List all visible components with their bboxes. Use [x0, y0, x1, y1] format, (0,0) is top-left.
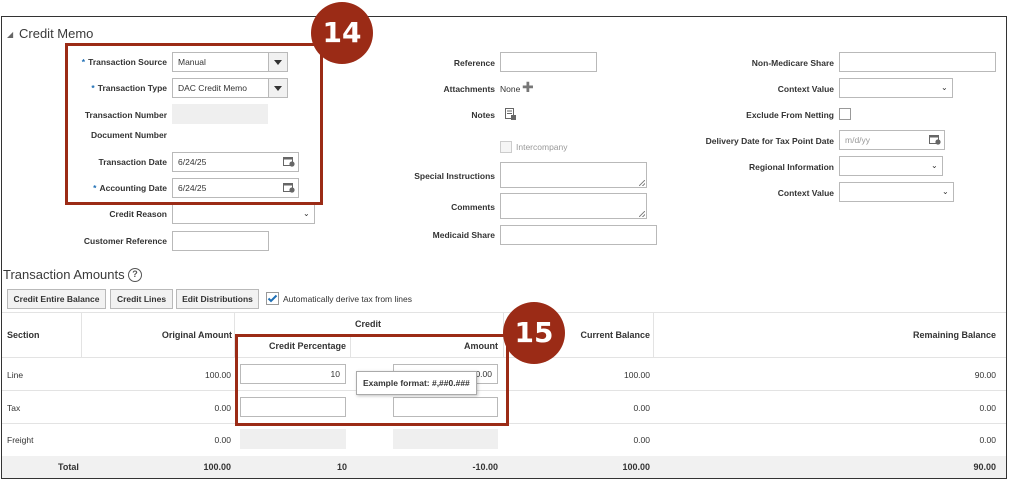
special-instructions-textarea[interactable] — [500, 162, 647, 188]
row-section: Line — [7, 370, 24, 380]
credit-lines-button[interactable]: Credit Lines — [110, 289, 173, 309]
step-14-highlight — [65, 43, 323, 205]
total-remaining-balance: 90.00 — [973, 462, 996, 472]
total-current-balance: 100.00 — [622, 462, 650, 472]
row-remaining-balance: 90.00 — [974, 370, 996, 380]
exclude-from-netting-checkbox[interactable] — [839, 108, 851, 120]
customer-reference-label: Customer Reference — [83, 236, 167, 246]
context-value-select[interactable] — [839, 78, 953, 98]
medicaid-share-label: Medicaid Share — [432, 230, 495, 240]
credit-amount-disabled — [393, 429, 498, 449]
reference-field[interactable] — [500, 52, 597, 72]
row-original-amount: 0.00 — [214, 403, 231, 413]
chevron-down-icon[interactable]: ⌄ — [303, 209, 310, 218]
transaction-amounts-title: Transaction Amounts — [3, 267, 125, 282]
comments-label: Comments — [451, 202, 495, 212]
context-value-2-label: Context Value — [777, 188, 834, 198]
intercompany-label: Intercompany — [516, 142, 568, 152]
row-original-amount: 100.00 — [205, 370, 231, 380]
credit-entire-balance-button[interactable]: Credit Entire Balance — [7, 289, 106, 309]
help-icon[interactable]: ? — [128, 268, 142, 282]
total-label: Total — [58, 462, 79, 472]
delivery-date-placeholder: m/d/yy — [845, 135, 871, 145]
credit-percentage-disabled — [240, 429, 346, 449]
row-section: Tax — [7, 403, 21, 413]
credit-reason-select[interactable] — [172, 204, 315, 224]
row-original-amount: 0.00 — [214, 435, 231, 445]
row-current-balance: 100.00 — [624, 370, 650, 380]
comments-textarea[interactable] — [500, 193, 647, 219]
original-amount-header[interactable]: Original Amount — [162, 330, 232, 340]
calendar-icon[interactable] — [929, 134, 941, 145]
reference-label: Reference — [453, 58, 495, 68]
chevron-down-icon[interactable]: ⌄ — [941, 83, 948, 92]
row-current-balance: 0.00 — [633, 435, 650, 445]
checked-checkbox-icon[interactable] — [266, 292, 279, 305]
row-remaining-balance: 0.00 — [979, 435, 996, 445]
regional-information-label: Regional Information — [749, 162, 834, 172]
total-credit-percentage: 10 — [336, 462, 347, 472]
exclude-from-netting-label: Exclude From Netting — [746, 110, 834, 120]
row-section: Freight — [7, 435, 34, 445]
notes-label: Notes — [471, 110, 495, 120]
special-instructions-label: Special Instructions — [414, 171, 495, 181]
current-balance-header[interactable]: Current Balance — [580, 330, 650, 340]
attachments-label: Attachments — [443, 84, 495, 94]
row-current-balance: 0.00 — [633, 403, 650, 413]
non-medicare-share-label: Non-Medicare Share — [751, 58, 834, 68]
intercompany-checkbox[interactable] — [500, 141, 512, 153]
edit-distributions-button[interactable]: Edit Distributions — [176, 289, 259, 309]
total-original-amount: 100.00 — [203, 462, 231, 472]
step-15-highlight — [235, 334, 509, 426]
chevron-down-icon[interactable]: ⌄ — [931, 161, 938, 170]
total-row — [2, 456, 1006, 478]
step-14-badge: 14 — [311, 2, 373, 64]
collapse-triangle-icon[interactable]: ◢ — [7, 30, 13, 39]
auto-derive-tax-label: Automatically derive tax from lines — [283, 294, 412, 304]
regional-information-select[interactable] — [839, 156, 943, 176]
delivery-date-label: Delivery Date for Tax Point Date — [705, 136, 834, 146]
chevron-down-icon[interactable]: ⌄ — [942, 187, 949, 196]
row-remaining-balance: 0.00 — [979, 403, 996, 413]
notes-icon[interactable] — [505, 108, 516, 120]
non-medicare-share-field[interactable] — [839, 52, 996, 72]
section-header[interactable]: Section — [7, 330, 40, 340]
remaining-balance-header[interactable]: Remaining Balance — [913, 330, 996, 340]
context-value-label: Context Value — [777, 84, 834, 94]
credit-group-header: Credit — [355, 319, 382, 329]
attachments-value: None — [500, 84, 521, 94]
medicaid-share-field[interactable] — [500, 225, 657, 245]
credit-memo-title: Credit Memo — [19, 26, 94, 41]
add-attachment-icon[interactable]: ✚ — [522, 79, 534, 96]
context-value-2-select[interactable] — [839, 182, 954, 202]
total-credit-amount: -10.00 — [472, 462, 498, 472]
credit-reason-label: Credit Reason — [109, 209, 167, 219]
step-15-badge: 15 — [503, 302, 565, 364]
customer-reference-field[interactable] — [172, 231, 269, 251]
